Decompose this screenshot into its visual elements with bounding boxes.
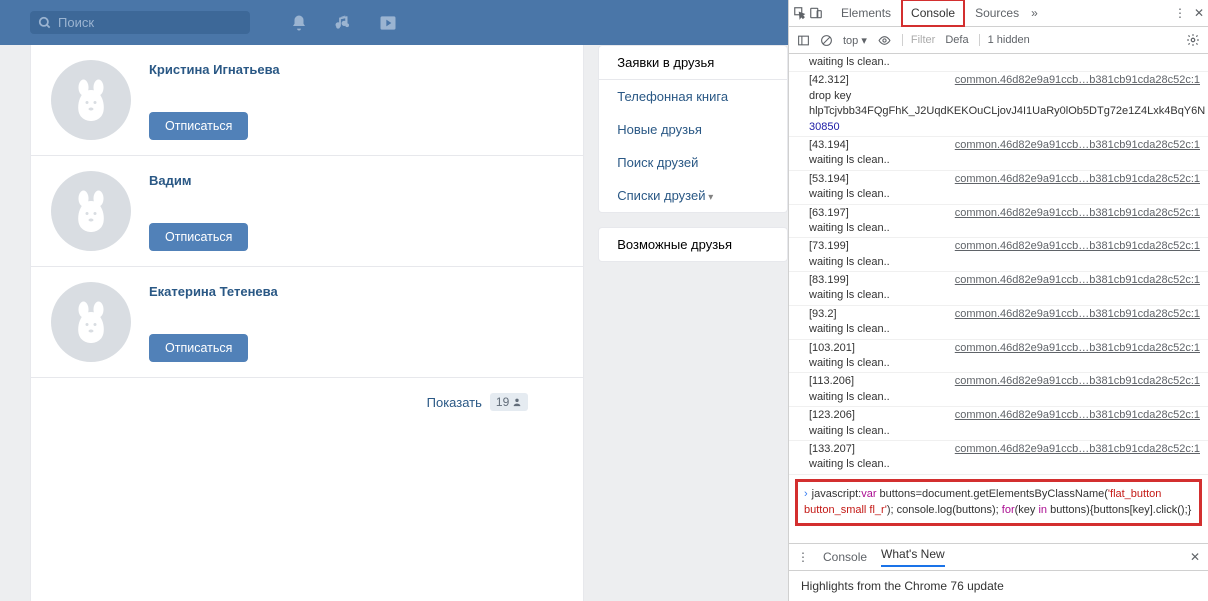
- hidden-label: 1 hidden: [979, 34, 1030, 46]
- log-source-link[interactable]: common.46d82e9a91ccb…b381cb91cda28c52c:1: [955, 341, 1200, 356]
- console-log-line: [123.206]common.46d82e9a91ccb…b381cb91cd…: [789, 407, 1208, 441]
- settings-icon[interactable]: [1186, 33, 1200, 47]
- search-input[interactable]: [58, 15, 242, 30]
- device-icon[interactable]: [809, 6, 823, 20]
- tabs-more-icon[interactable]: »: [1031, 6, 1038, 20]
- devtools-tabs: Elements Console Sources » ⋮ ✕: [789, 0, 1208, 27]
- avatar[interactable]: [51, 60, 131, 140]
- devtools-close-icon[interactable]: ✕: [1194, 6, 1204, 20]
- possible-friends-header: Возможные друзья: [599, 228, 787, 261]
- console-log-line: [93.2]common.46d82e9a91ccb…b381cb91cda28…: [789, 306, 1208, 340]
- unsubscribe-button[interactable]: Отписаться: [149, 223, 248, 251]
- person-name[interactable]: Екатерина Тетенева: [149, 284, 563, 299]
- console-toolbar: top ▾ Filter Defa 1 hidden: [789, 27, 1208, 54]
- clear-icon[interactable]: [820, 34, 833, 47]
- log-source-link[interactable]: common.46d82e9a91ccb…b381cb91cda28c52c:1: [955, 73, 1200, 88]
- person-row: Екатерина Тетенева Отписаться: [31, 267, 583, 378]
- inspect-icon[interactable]: [793, 6, 807, 20]
- devtools: Elements Console Sources » ⋮ ✕ top ▾ Fil…: [788, 0, 1208, 601]
- drawer-tab-console[interactable]: Console: [823, 550, 867, 564]
- tab-sources[interactable]: Sources: [967, 1, 1027, 25]
- prompt-icon: ›: [804, 488, 808, 500]
- friends-feed: Кристина Игнатьева Отписаться Вадим Отписат…: [30, 45, 584, 601]
- bell-icon[interactable]: [290, 14, 308, 32]
- log-source-link[interactable]: common.46d82e9a91ccb…b381cb91cda28c52c:1: [955, 273, 1200, 288]
- vk-topbar: [0, 0, 788, 45]
- sidebar-item-new[interactable]: Новые друзья: [599, 113, 787, 146]
- log-source-link[interactable]: common.46d82e9a91ccb…b381cb91cda28c52c:1: [955, 307, 1200, 322]
- play-icon[interactable]: [378, 13, 398, 33]
- sidebar-item-requests[interactable]: Заявки в друзья: [599, 46, 787, 80]
- context-selector[interactable]: top ▾: [843, 34, 867, 47]
- person-icon: [512, 397, 522, 407]
- friends-menu: Заявки в друзья Телефонная книга Новые д…: [598, 45, 788, 213]
- avatar[interactable]: [51, 282, 131, 362]
- devtools-menu-icon[interactable]: ⋮: [1174, 6, 1186, 20]
- sidebar-item-lists[interactable]: Списки друзей: [599, 179, 787, 212]
- person-name[interactable]: Вадим: [149, 173, 563, 188]
- sidebar-item-search[interactable]: Поиск друзей: [599, 146, 787, 179]
- drawer-close-icon[interactable]: ✕: [1190, 550, 1200, 564]
- console-log-line: [42.312]common.46d82e9a91ccb…b381cb91cda…: [789, 72, 1208, 137]
- log-source-link[interactable]: common.46d82e9a91ccb…b381cb91cda28c52c:1: [955, 138, 1200, 153]
- filter-input[interactable]: Filter: [902, 34, 935, 46]
- sidebar-toggle-icon[interactable]: [797, 34, 810, 47]
- person-name[interactable]: Кристина Игнатьева: [149, 62, 563, 77]
- levels-selector[interactable]: Defa: [945, 34, 968, 46]
- log-source-link[interactable]: common.46d82e9a91ccb…b381cb91cda28c52c:1: [955, 408, 1200, 423]
- drawer-menu-icon[interactable]: ⋮: [797, 550, 809, 564]
- devtools-drawer: ⋮ Console What's New ✕ Highlights from t…: [789, 543, 1208, 601]
- sidebar-item-phonebook[interactable]: Телефонная книга: [599, 80, 787, 113]
- console-log-line: [113.206]common.46d82e9a91ccb…b381cb91cd…: [789, 373, 1208, 407]
- person-row: Кристина Игнатьева Отписаться: [31, 45, 583, 156]
- console-log-line: [63.197]common.46d82e9a91ccb…b381cb91cda…: [789, 205, 1208, 239]
- console-log-line: [83.199]common.46d82e9a91ccb…b381cb91cda…: [789, 272, 1208, 306]
- console-input[interactable]: ›javascript:var buttons=document.getElem…: [795, 479, 1202, 526]
- person-row: Вадим Отписаться: [31, 156, 583, 267]
- music-icon[interactable]: [334, 14, 352, 32]
- console-log-line: [43.194]common.46d82e9a91ccb…b381cb91cda…: [789, 137, 1208, 171]
- search-icon: [38, 16, 52, 30]
- possible-friends-box: Возможные друзья: [598, 227, 788, 262]
- eye-icon[interactable]: [877, 34, 892, 47]
- top-icons: [290, 13, 398, 33]
- tab-elements[interactable]: Elements: [833, 1, 899, 25]
- tab-console[interactable]: Console: [901, 0, 965, 27]
- console-log-line: [133.207]common.46d82e9a91ccb…b381cb91cd…: [789, 441, 1208, 475]
- unsubscribe-button[interactable]: Отписаться: [149, 112, 248, 140]
- show-more-row: Показать 19: [31, 378, 583, 426]
- log-source-link[interactable]: common.46d82e9a91ccb…b381cb91cda28c52c:1: [955, 442, 1200, 457]
- avatar[interactable]: [51, 171, 131, 251]
- drawer-content: Highlights from the Chrome 76 update: [789, 571, 1208, 601]
- show-more-label[interactable]: Показать: [427, 395, 482, 410]
- log-source-link[interactable]: common.46d82e9a91ccb…b381cb91cda28c52c:1: [955, 172, 1200, 187]
- console-log-line: [73.199]common.46d82e9a91ccb…b381cb91cda…: [789, 238, 1208, 272]
- count-badge: 19: [490, 393, 528, 411]
- log-source-link[interactable]: common.46d82e9a91ccb…b381cb91cda28c52c:1: [955, 206, 1200, 221]
- console-log-line: [103.201]common.46d82e9a91ccb…b381cb91cd…: [789, 340, 1208, 374]
- console-log-area[interactable]: waiting ls clean.. [42.312]common.46d82e…: [789, 54, 1208, 543]
- log-source-link[interactable]: common.46d82e9a91ccb…b381cb91cda28c52c:1: [955, 374, 1200, 389]
- search-wrap[interactable]: [30, 11, 250, 34]
- drawer-tab-whatsnew[interactable]: What's New: [881, 547, 945, 567]
- log-source-link[interactable]: common.46d82e9a91ccb…b381cb91cda28c52c:1: [955, 239, 1200, 254]
- console-log-line: [53.194]common.46d82e9a91ccb…b381cb91cda…: [789, 171, 1208, 205]
- unsubscribe-button[interactable]: Отписаться: [149, 334, 248, 362]
